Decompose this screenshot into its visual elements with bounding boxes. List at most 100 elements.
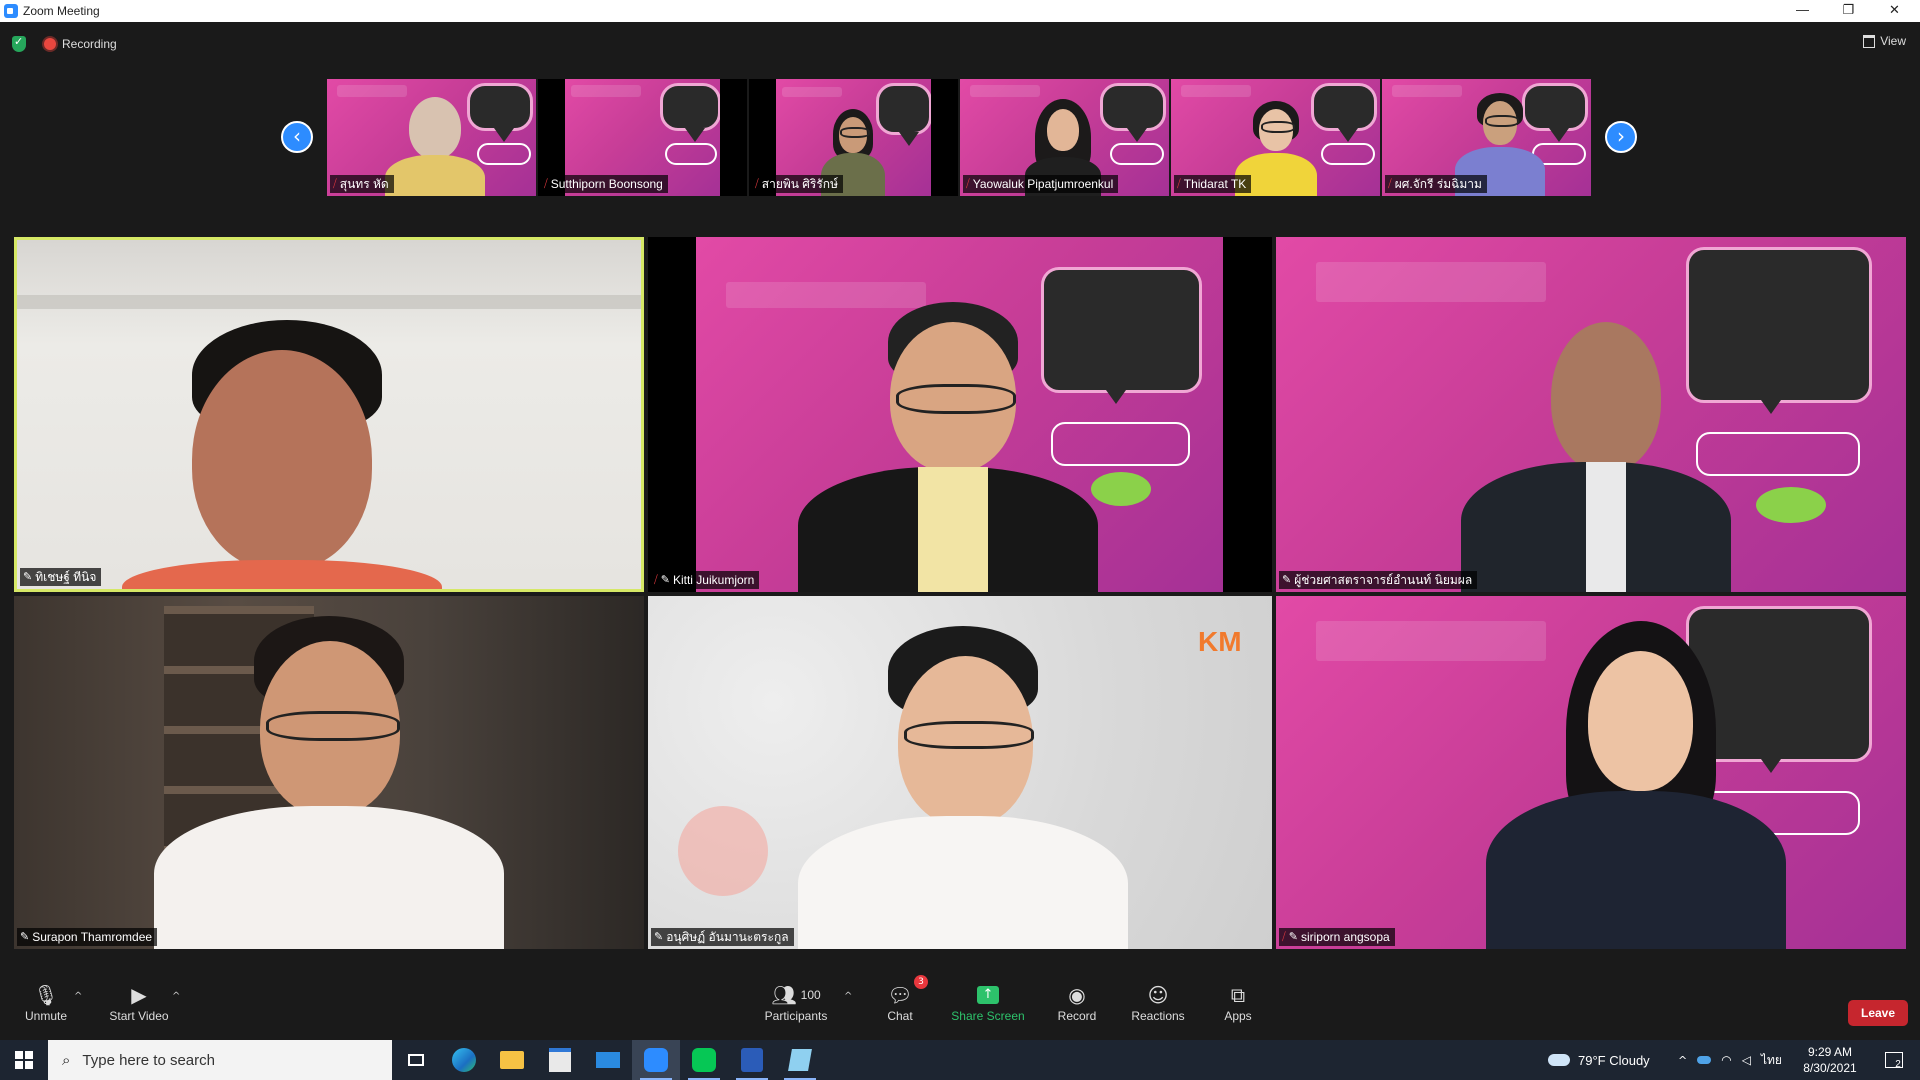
notepad-app[interactable] [776, 1040, 824, 1080]
audio-options-caret[interactable]: ^ [74, 991, 82, 1002]
muted-mic-icon: ⧸ [544, 177, 548, 190]
muted-mic-icon: ⧸ [755, 177, 759, 190]
participant-name: ✎ อนุศิษฏ์ อันมานะตระกูล [651, 928, 794, 946]
record-icon: ◉ [1068, 983, 1086, 1007]
participant-thumbnail[interactable]: ⧸ สายพิน ศิริรักษ์ [749, 79, 958, 196]
participants-count: 100 [800, 988, 821, 1002]
volume-icon[interactable]: ◁ [1742, 1053, 1751, 1067]
share-screen-label: Share Screen [951, 1009, 1025, 1023]
windows-logo-icon [15, 1051, 33, 1069]
participant-name: ⧸ สายพิน ศิริรักษ์ [752, 175, 843, 193]
video-off-icon: ▶︎ [131, 983, 147, 1007]
participant-video-tile[interactable]: ✎ Surapon Thamromdee [14, 596, 644, 949]
unmute-button[interactable]: 🎙︎ Unmute [20, 981, 72, 1023]
apps-button[interactable]: ⧉ Apps [1220, 981, 1256, 1023]
weather-widget[interactable]: 79°F Cloudy [1548, 1040, 1650, 1080]
apps-icon: ⧉ [1230, 983, 1246, 1007]
clock[interactable]: 9:29 AM 8/30/2021 [1800, 1040, 1860, 1080]
taskbar-search-box[interactable]: ⌕ Type here to search [48, 1040, 392, 1080]
notification-icon [1885, 1052, 1904, 1068]
meeting-top-bar: Recording View [0, 22, 1920, 62]
close-button[interactable]: ✕ [1872, 0, 1917, 22]
reactions-icon: ☺ [1147, 983, 1169, 1007]
recording-label: Recording [62, 37, 117, 51]
task-view-icon [408, 1054, 424, 1066]
restore-button[interactable]: ❐ [1826, 0, 1871, 22]
pin-icon: ✎ [654, 930, 664, 943]
search-icon: ⌕ [62, 1051, 71, 1069]
folder-icon [500, 1051, 524, 1069]
chat-button[interactable]: 💬︎ 3 Chat [880, 975, 928, 1023]
mail-app[interactable] [584, 1040, 632, 1080]
recording-indicator[interactable]: Recording [44, 34, 117, 54]
edge-app[interactable] [440, 1040, 488, 1080]
logo: KM [1198, 626, 1242, 657]
muted-mic-icon: ⧸ [1388, 177, 1392, 190]
zoom-app-icon [4, 4, 18, 18]
view-label: View [1880, 34, 1906, 48]
participants-button[interactable]: 👥︎ 100 Participants [760, 981, 832, 1023]
zoom-app[interactable] [632, 1040, 680, 1080]
weather-text: 79°F Cloudy [1578, 1052, 1650, 1068]
pin-icon: ✎ [1282, 573, 1292, 586]
participant-name: ✎ ทิเชษฐ์ ทีนิจ [20, 568, 102, 586]
participant-video-tile[interactable]: KM ✎ อนุศิษฏ์ อันมานะตระกูล [648, 596, 1272, 949]
record-button[interactable]: ◉ Record [1054, 981, 1100, 1023]
network-icon[interactable]: ◠ [1721, 1053, 1731, 1067]
show-hidden-icons-chevron-icon[interactable]: ^ [1678, 1054, 1687, 1067]
participant-thumbnail[interactable]: ⧸ Sutthiporn Boonsong [538, 79, 747, 196]
participant-thumbnail[interactable]: ⧸ สุนทร หัด [327, 79, 536, 196]
participant-name: ⧸ สุนทร หัด [330, 175, 394, 193]
mail-icon [596, 1052, 620, 1068]
participants-options-caret[interactable]: ^ [844, 991, 852, 1002]
title-bar: Zoom Meeting — ❐ ✕ [0, 0, 1920, 22]
clock-date: 8/30/2021 [1803, 1061, 1857, 1075]
start-button[interactable] [0, 1040, 48, 1080]
unmute-label: Unmute [24, 1009, 68, 1023]
participant-name: ✎ Surapon Thamromdee [17, 928, 158, 946]
edge-icon [452, 1048, 476, 1072]
participant-video-tile-active-speaker[interactable]: ✎ ทิเชษฐ์ ทีนิจ [14, 237, 644, 592]
encryption-shield-icon[interactable] [12, 35, 26, 52]
line-icon [692, 1048, 716, 1072]
start-video-label: Start Video [109, 1009, 169, 1023]
participant-video-tile[interactable]: ⧸ ✎ siriporn angsopa [1276, 596, 1906, 949]
minimize-button[interactable]: — [1780, 0, 1825, 22]
leave-button[interactable]: Leave [1848, 1000, 1908, 1026]
task-view-button[interactable] [392, 1040, 440, 1080]
muted-mic-icon: ⧸ [966, 177, 970, 190]
reactions-label: Reactions [1131, 1009, 1185, 1023]
onedrive-icon[interactable] [1697, 1056, 1712, 1064]
muted-mic-icon: ⧸ [654, 573, 658, 586]
reactions-button[interactable]: ☺ Reactions [1128, 981, 1188, 1023]
search-placeholder: Type here to search [82, 1051, 215, 1069]
line-app[interactable] [680, 1040, 728, 1080]
next-page-button[interactable]: › [1605, 121, 1637, 153]
muted-microphone-icon: 🎙︎ [33, 983, 59, 1007]
word-app[interactable] [728, 1040, 776, 1080]
store-app[interactable] [536, 1040, 584, 1080]
pin-icon: ✎ [20, 930, 30, 943]
participant-thumbnail[interactable]: ⧸ ผศ.จักรี ร่มฉิมาม [1382, 79, 1591, 196]
participant-thumbnail[interactable]: ⧸ Yaowaluk Pipatjumroenkul [960, 79, 1169, 196]
participant-name: ⧸ ✎ siriporn angsopa [1279, 928, 1395, 946]
share-screen-button[interactable]: ↑ Share Screen [950, 981, 1026, 1023]
participant-video-tile[interactable]: ✎ ผู้ช่วยศาสตราจารย์อำนนท์ นิยมผล [1276, 237, 1906, 592]
muted-mic-icon: ⧸ [1282, 930, 1286, 943]
notification-center-button[interactable]: 2 [1878, 1040, 1908, 1080]
muted-mic-icon: ⧸ [333, 177, 337, 190]
cloud-icon [1548, 1054, 1570, 1066]
muted-mic-icon: ⧸ [1177, 177, 1181, 190]
chat-label: Chat [887, 1009, 913, 1023]
start-video-button[interactable]: ▶︎ Start Video [104, 981, 174, 1023]
participant-thumbnail[interactable]: ⧸ Thidarat TK [1171, 79, 1380, 196]
input-language[interactable]: ไทย [1761, 1051, 1782, 1070]
file-explorer-app[interactable] [488, 1040, 536, 1080]
participant-video-tile[interactable]: ⧸ ✎ Kitti Juikumjorn [648, 237, 1272, 592]
video-options-caret[interactable]: ^ [172, 991, 180, 1002]
participants-icon: 👥︎ [771, 983, 797, 1007]
view-button[interactable]: View [1863, 34, 1906, 48]
zoom-icon [644, 1048, 668, 1072]
window-title: Zoom Meeting [23, 4, 100, 18]
previous-page-button[interactable]: ‹ [281, 121, 313, 153]
